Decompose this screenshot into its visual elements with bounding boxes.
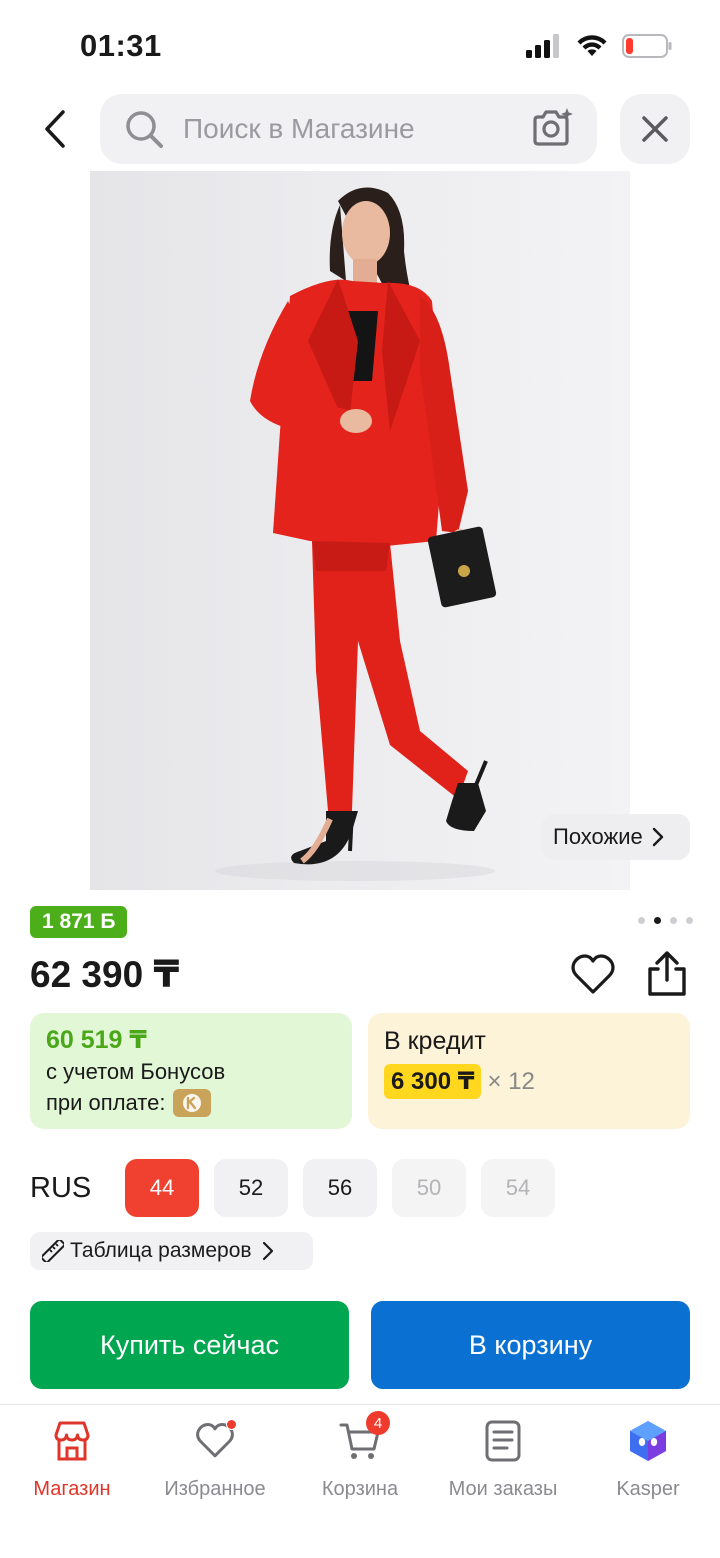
product-price: 62 390 ₸: [30, 954, 180, 995]
size-options: 44 52 56 50 54: [125, 1159, 555, 1217]
size-option-54[interactable]: 54: [481, 1159, 555, 1217]
share-button[interactable]: [644, 950, 690, 998]
credit-months: × 12: [487, 1067, 535, 1095]
bonus-price-amount: 60 519 ₸: [46, 1026, 147, 1054]
cart-icon: 4: [336, 1411, 390, 1465]
carousel-dot-active[interactable]: [654, 917, 661, 924]
nav-item-favorites[interactable]: Избранное: [145, 1417, 285, 1501]
back-button[interactable]: [30, 104, 80, 154]
size-table-link[interactable]: Таблица размеров: [30, 1232, 313, 1270]
status-icons: [526, 34, 672, 58]
buy-now-button[interactable]: Купить сейчас: [30, 1301, 349, 1389]
search-placeholder: Поиск в Магазине: [183, 113, 415, 144]
search-input[interactable]: Поиск в Магазине: [100, 94, 597, 164]
product-image[interactable]: [90, 171, 630, 890]
nav-item-cart[interactable]: 4 Корзина: [290, 1411, 430, 1501]
carousel-dot[interactable]: [686, 917, 693, 924]
product-photo-illustration: [215, 187, 497, 881]
nav-item-kasper[interactable]: Kasper: [578, 1417, 718, 1501]
size-option-50[interactable]: 50: [392, 1159, 466, 1217]
search-icon: [126, 111, 163, 148]
chevron-right-icon: [652, 827, 663, 847]
bonus-price-line2-row: при оплате:: [46, 1089, 336, 1117]
credit-monthly-amount: 6 300 ₸: [384, 1064, 482, 1099]
status-bar: 01:31: [0, 0, 720, 90]
close-button[interactable]: [620, 94, 690, 164]
nav-label-store: Магазин: [33, 1478, 111, 1500]
kasper-icon: [624, 1417, 672, 1465]
notification-dot: [226, 1419, 237, 1430]
image-carousel-dots: [638, 917, 693, 924]
battery-icon: [622, 34, 672, 58]
size-option-44[interactable]: 44: [125, 1159, 199, 1217]
nav-label-kasper: Kasper: [616, 1478, 680, 1500]
size-system-label: RUS: [30, 1172, 92, 1204]
heart-icon: [191, 1417, 239, 1465]
nav-label-favorites: Избранное: [164, 1478, 266, 1500]
credit-row: 6 300 ₸ × 12: [384, 1064, 674, 1099]
nav-item-orders[interactable]: Мои заказы: [433, 1417, 573, 1501]
search-header: Поиск в Магазине: [0, 94, 720, 164]
carousel-dot[interactable]: [670, 917, 677, 924]
chevron-left-icon: [45, 110, 65, 148]
similar-button[interactable]: Похожие: [542, 814, 690, 860]
cart-badge: 4: [366, 1411, 390, 1435]
nav-item-store[interactable]: Магазин: [2, 1417, 142, 1501]
bonus-price-line2: при оплате:: [46, 1090, 166, 1115]
favorite-button[interactable]: [570, 952, 616, 998]
wifi-icon: [577, 35, 607, 56]
size-table-label: Таблица размеров: [70, 1239, 252, 1262]
camera-search-icon[interactable]: [529, 106, 575, 150]
ruler-icon: [42, 1240, 64, 1262]
close-icon: [642, 116, 668, 142]
kaspi-pay-icon: [173, 1089, 212, 1117]
size-option-52[interactable]: 52: [214, 1159, 288, 1217]
status-time: 01:31: [80, 28, 162, 63]
orders-icon: [479, 1417, 527, 1465]
add-to-cart-button[interactable]: В корзину: [371, 1301, 690, 1389]
chevron-right-icon: [262, 1241, 273, 1261]
heart-icon: [571, 954, 615, 994]
bonus-price-line1: с учетом Бонусов: [46, 1059, 226, 1084]
bonus-price-card[interactable]: 60 519 ₸ с учетом Бонусов при оплате:: [30, 1013, 352, 1129]
share-icon: [648, 951, 686, 996]
store-icon: [48, 1417, 96, 1465]
size-option-56[interactable]: 56: [303, 1159, 377, 1217]
nav-label-cart: Корзина: [321, 1478, 399, 1500]
credit-card[interactable]: В кредит 6 300 ₸ × 12: [368, 1013, 690, 1129]
carousel-dot[interactable]: [638, 917, 645, 924]
cellular-signal-icon: [526, 34, 559, 58]
bonus-badge: 1 871 Б: [30, 906, 128, 938]
credit-title: В кредит: [384, 1027, 486, 1055]
bottom-navigation: Магазин Избранное 4 Корзина Мои заказы K…: [0, 1404, 720, 1558]
nav-label-orders: Мои заказы: [448, 1478, 558, 1500]
similar-label: Похожие: [553, 824, 643, 849]
